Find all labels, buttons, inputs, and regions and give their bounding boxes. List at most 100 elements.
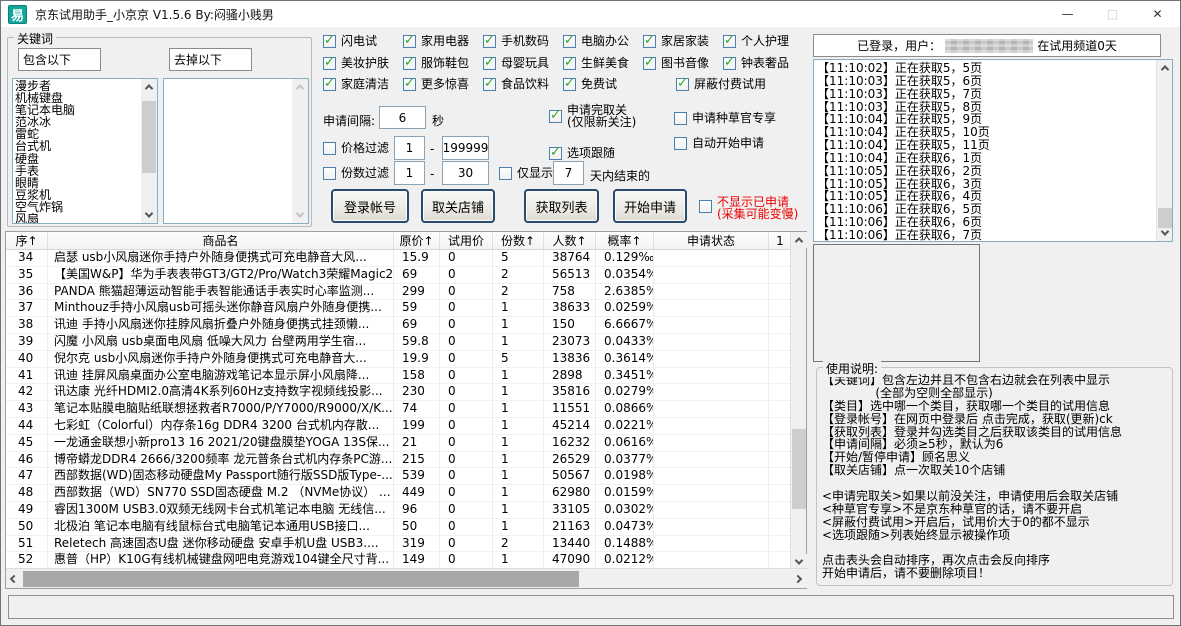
table-row[interactable]: 46博帝蟒龙DDR4 2666/3200频率 龙元普条台式机内存条PC游...2… <box>6 452 792 469</box>
category-checkbox[interactable]: 家居家装 <box>643 35 723 48</box>
table-cell[interactable]: 52 <box>6 552 48 568</box>
table-cell[interactable] <box>769 401 792 417</box>
table-cell[interactable]: 0 <box>440 485 493 501</box>
seed-officer-checkbox[interactable]: 申请种草官专享 <box>674 112 776 125</box>
table-cell[interactable] <box>654 351 769 367</box>
close-button[interactable]: ✕ <box>1135 1 1180 27</box>
table-cell[interactable]: 19.9 <box>394 351 440 367</box>
table-cell[interactable]: 1 <box>493 468 544 484</box>
table-cell[interactable]: 笔记本贴膜电脑贴纸联想拯救者R7000/P/Y7000/R9000/X/K... <box>48 401 394 417</box>
table-row[interactable]: 37Minthouz手持小风扇usb可摇头迷你静音风扇户外随身便携...5901… <box>6 300 792 317</box>
table-row[interactable]: 35【美国W&P】华为手表表带GT3/GT2/Pro/Watch3荣耀Magic… <box>6 267 792 284</box>
table-cell[interactable] <box>769 351 792 367</box>
category-checkbox[interactable]: 生鲜美食 <box>563 57 643 70</box>
scroll-up-icon[interactable] <box>791 232 807 248</box>
table-cell[interactable]: 0 <box>440 317 493 333</box>
table-cell[interactable]: 5 <box>493 351 544 367</box>
table-header-cell[interactable]: 试用价 <box>440 232 493 249</box>
table-cell[interactable]: 0 <box>440 418 493 434</box>
table-cell[interactable]: 2898 <box>544 368 596 384</box>
unfollow-shops-button[interactable]: 取关店铺 <box>421 189 495 223</box>
category-checkbox[interactable]: 免费试 <box>563 78 643 91</box>
table-cell[interactable]: 睿因1300M USB3.0双频无线网卡台式机笔记本电脑 无线信... <box>48 502 394 518</box>
table-cell[interactable]: 倪尔克 usb小风扇迷你手持户外随身便携式可充电静音大... <box>48 351 394 367</box>
keyword-list-item[interactable]: 笔记本电脑 <box>15 104 157 116</box>
table-cell[interactable]: 2 <box>493 536 544 552</box>
table-cell[interactable] <box>654 468 769 484</box>
table-cell[interactable]: Minthouz手持小风扇usb可摇头迷你静音风扇户外随身便携... <box>48 300 394 316</box>
table-cell[interactable]: 158 <box>394 368 440 384</box>
table-row[interactable]: 40倪尔克 usb小风扇迷你手持户外随身便携式可充电静音大...19.90513… <box>6 351 792 368</box>
keyword-list-item[interactable]: 空气炸锅 <box>15 201 157 213</box>
category-checkbox[interactable]: 电脑办公 <box>563 35 643 48</box>
keyword-list-item[interactable]: 风扇 <box>15 213 157 224</box>
keyword-list-item[interactable]: 雷蛇 <box>15 128 157 140</box>
table-cell[interactable]: 启瑟 usb小风扇迷你手持户外随身便携式可充电静音大风... <box>48 250 394 266</box>
table-cell[interactable]: 38764 <box>544 250 596 266</box>
table-cell[interactable]: 0 <box>440 334 493 350</box>
table-cell[interactable]: PANDA 熊猫超薄运动智能手表智能通话手表实时心率监测... <box>48 284 394 300</box>
option-follow-checkbox[interactable]: 选项跟随 <box>549 147 615 160</box>
table-cell[interactable]: 0.0354‰ <box>596 267 654 283</box>
table-cell[interactable]: 74 <box>394 401 440 417</box>
category-checkbox[interactable]: 手机数码 <box>483 35 563 48</box>
table-cell[interactable]: 39 <box>6 334 48 350</box>
table-cell[interactable]: 0.0159‰ <box>596 485 654 501</box>
table-cell[interactable]: 758 <box>544 284 596 300</box>
table-cell[interactable]: 1 <box>493 519 544 535</box>
category-checkbox[interactable]: 闪电试 <box>323 35 403 48</box>
table-cell[interactable]: 2 <box>493 267 544 283</box>
table-cell[interactable]: 【美国W&P】华为手表表带GT3/GT2/Pro/Watch3荣耀Magic2.… <box>48 267 394 283</box>
table-cell[interactable] <box>654 300 769 316</box>
table-cell[interactable] <box>654 502 769 518</box>
interval-input[interactable]: 6 <box>379 106 426 129</box>
scroll-up-icon[interactable] <box>1157 60 1173 76</box>
category-checkbox[interactable]: 家用电器 <box>403 35 483 48</box>
table-cell[interactable]: 0 <box>440 401 493 417</box>
table-cell[interactable]: 0 <box>440 435 493 451</box>
keyword-list-item[interactable]: 机械键盘 <box>15 92 157 104</box>
auto-start-checkbox[interactable]: 自动开始申请 <box>674 137 764 150</box>
table-cell[interactable]: 56513 <box>544 267 596 283</box>
table-cell[interactable] <box>769 384 792 400</box>
table-cell[interactable]: 西部数据(WD)固态移动硬盘My Passport随行版SSD版Type-... <box>48 468 394 484</box>
table-cell[interactable]: 44 <box>6 418 48 434</box>
table-cell[interactable]: 1 <box>493 401 544 417</box>
table-cell[interactable] <box>769 334 792 350</box>
table-cell[interactable]: 0.0302‰ <box>596 502 654 518</box>
table-cell[interactable]: 48 <box>6 485 48 501</box>
table-cell[interactable]: 46 <box>6 452 48 468</box>
table-row[interactable]: 48西部数据（WD）SN770 SSD固态硬盘 M.2 （NVMe协议） ...… <box>6 485 792 502</box>
table-vertical-scrollbar[interactable] <box>790 232 806 570</box>
table-header-cell[interactable]: 商品名 <box>48 232 394 249</box>
table-cell[interactable]: 37 <box>6 300 48 316</box>
table-cell[interactable]: 0.3451‰ <box>596 368 654 384</box>
table-cell[interactable]: 50 <box>394 519 440 535</box>
table-cell[interactable]: 讯迪 挂屏风扇桌面办公室电脑游戏笔记本显示屏小风扇降... <box>48 368 394 384</box>
table-cell[interactable]: 449 <box>394 485 440 501</box>
category-checkbox[interactable]: 母婴玩具 <box>483 57 563 70</box>
table-cell[interactable]: 0 <box>440 284 493 300</box>
table-cell[interactable]: 0.3614‰ <box>596 351 654 367</box>
table-cell[interactable]: 59 <box>394 300 440 316</box>
table-cell[interactable] <box>769 300 792 316</box>
scrollbar-thumb[interactable] <box>792 429 806 509</box>
table-cell[interactable]: 1 <box>493 384 544 400</box>
table-cell[interactable]: 13836 <box>544 351 596 367</box>
table-cell[interactable]: 0 <box>440 250 493 266</box>
table-cell[interactable]: 21 <box>394 435 440 451</box>
table-cell[interactable]: 一龙通金联想小新pro13 16 2021/20键盘膜垫YOGA 13S保... <box>48 435 394 451</box>
table-cell[interactable]: 0.0473‰ <box>596 519 654 535</box>
table-header-cell[interactable]: 概率↑ <box>596 232 654 249</box>
table-cell[interactable]: 62980 <box>544 485 596 501</box>
table-cell[interactable] <box>769 284 792 300</box>
table-cell[interactable] <box>769 418 792 434</box>
table-cell[interactable]: 0 <box>440 384 493 400</box>
table-cell[interactable] <box>654 401 769 417</box>
login-button[interactable]: 登录帐号 <box>331 189 409 223</box>
table-cell[interactable]: 45 <box>6 435 48 451</box>
table-cell[interactable] <box>654 552 769 568</box>
table-cell[interactable] <box>769 452 792 468</box>
table-row[interactable]: 43笔记本贴膜电脑贴纸联想拯救者R7000/P/Y7000/R9000/X/K.… <box>6 401 792 418</box>
table-cell[interactable] <box>769 485 792 501</box>
